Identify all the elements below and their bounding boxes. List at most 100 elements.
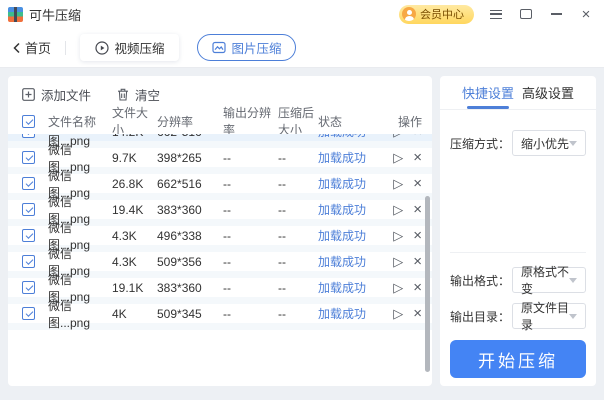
compress-mode-select[interactable]: 缩小优先 xyxy=(512,130,586,156)
row-checkbox[interactable] xyxy=(22,281,35,294)
table-row[interactable]: 微信图...png 4K 509*345 -- -- 加载成功 ▷ × xyxy=(8,304,432,330)
compressed-size: -- xyxy=(278,307,318,321)
tab-quick-settings[interactable]: 快捷设置 xyxy=(462,76,514,109)
output-dir-value: 原文件目录 xyxy=(521,299,569,333)
preview-play-icon[interactable]: ▷ xyxy=(393,177,403,190)
file-resolution: 509*345 xyxy=(157,307,223,321)
compressed-size: -- xyxy=(278,255,318,269)
minimize-button[interactable] xyxy=(548,6,564,22)
remove-file-icon[interactable]: × xyxy=(413,150,422,165)
tab-video-compress[interactable]: 视频压缩 xyxy=(80,34,179,61)
output-resolution: -- xyxy=(223,307,278,321)
status-link[interactable]: 加载成功 xyxy=(318,253,376,270)
app-title: 可牛压缩 xyxy=(29,5,81,24)
compress-mode-value: 缩小优先 xyxy=(521,135,569,152)
output-resolution: -- xyxy=(223,281,278,295)
chevron-down-icon xyxy=(569,141,577,146)
file-size: 19.1K xyxy=(112,281,157,295)
title-bar: 可牛压缩 会员中心 × xyxy=(0,0,604,28)
status-link[interactable]: 加载成功 xyxy=(318,201,376,218)
plus-square-icon xyxy=(22,88,35,101)
file-name: 微信图...png xyxy=(48,297,112,331)
nav-divider xyxy=(65,41,66,55)
status-link[interactable]: 加载成功 xyxy=(318,134,376,140)
row-checkbox[interactable] xyxy=(22,134,35,138)
nav-bar: 首页 视频压缩 图片压缩 xyxy=(0,28,604,68)
row-checkbox[interactable] xyxy=(22,229,35,242)
chevron-down-icon xyxy=(569,278,577,283)
add-files-button[interactable]: 添加文件 xyxy=(22,85,91,104)
status-link[interactable]: 加载成功 xyxy=(318,149,376,166)
row-checkbox[interactable] xyxy=(22,177,35,190)
output-resolution: -- xyxy=(223,229,278,243)
compressed-size: -- xyxy=(278,151,318,165)
file-resolution: 383*360 xyxy=(157,281,223,295)
status-link[interactable]: 加载成功 xyxy=(318,279,376,296)
output-format-label: 输出格式： xyxy=(450,272,512,289)
output-resolution: -- xyxy=(223,151,278,165)
member-center-label: 会员中心 xyxy=(420,6,464,22)
row-checkbox[interactable] xyxy=(22,203,35,216)
output-dir-select[interactable]: 原文件目录 xyxy=(512,303,586,329)
row-checkbox[interactable] xyxy=(22,255,35,268)
file-size: 4.3K xyxy=(112,255,157,269)
scrollbar-thumb[interactable] xyxy=(425,196,430,372)
member-center-button[interactable]: 会员中心 xyxy=(399,5,474,24)
row-checkbox[interactable] xyxy=(22,151,35,164)
remove-file-icon[interactable]: × xyxy=(413,202,422,217)
header-file-size: 文件大小 xyxy=(112,104,157,138)
output-format-field: 输出格式： 原格式不变 xyxy=(440,267,596,293)
clear-button[interactable]: 清空 xyxy=(117,85,160,104)
preview-play-icon[interactable]: ▷ xyxy=(393,203,403,216)
file-resolution: 496*338 xyxy=(157,229,223,243)
close-button[interactable]: × xyxy=(578,6,594,22)
preview-play-icon[interactable]: ▷ xyxy=(393,134,403,138)
add-files-label: 添加文件 xyxy=(41,85,91,104)
trash-icon xyxy=(117,88,129,101)
video-play-icon xyxy=(95,41,109,55)
remove-file-icon[interactable]: × xyxy=(413,280,422,295)
file-resolution: 662*516 xyxy=(157,177,223,191)
back-home-button[interactable]: 首页 xyxy=(12,38,51,57)
header-status: 状态 xyxy=(318,113,376,130)
header-file-name: 文件名称 xyxy=(48,113,112,130)
remove-file-icon[interactable]: × xyxy=(413,306,422,321)
feedback-icon[interactable] xyxy=(518,6,534,22)
user-icon xyxy=(402,7,416,21)
settings-divider xyxy=(450,252,586,253)
remove-file-icon[interactable]: × xyxy=(413,228,422,243)
status-link[interactable]: 加载成功 xyxy=(318,305,376,322)
file-resolution: 662*516 xyxy=(157,134,223,139)
select-all-checkbox[interactable] xyxy=(22,115,35,128)
table-header-row: 文件名称 文件大小 分辨率 输出分辨率 压缩后大小 状态 操作 xyxy=(8,108,432,134)
status-link[interactable]: 加载成功 xyxy=(318,227,376,244)
output-format-value: 原格式不变 xyxy=(521,263,569,297)
preview-play-icon[interactable]: ▷ xyxy=(393,151,403,164)
preview-play-icon[interactable]: ▷ xyxy=(393,229,403,242)
tab-image-compress[interactable]: 图片压缩 xyxy=(197,34,296,61)
remove-file-icon[interactable]: × xyxy=(413,134,422,139)
preview-play-icon[interactable]: ▷ xyxy=(393,255,403,268)
preview-play-icon[interactable]: ▷ xyxy=(393,281,403,294)
image-tab-label: 图片压缩 xyxy=(232,38,282,57)
tab-advanced-settings[interactable]: 高级设置 xyxy=(522,76,574,109)
app-logo-icon xyxy=(8,7,23,22)
output-resolution: -- xyxy=(223,255,278,269)
preview-play-icon[interactable]: ▷ xyxy=(393,307,403,320)
row-checkbox[interactable] xyxy=(22,307,35,320)
output-format-select[interactable]: 原格式不变 xyxy=(512,267,586,293)
output-dir-label: 输出目录： xyxy=(450,308,512,325)
video-tab-label: 视频压缩 xyxy=(115,38,165,57)
header-operation: 操作 xyxy=(376,113,422,130)
file-resolution: 383*360 xyxy=(157,203,223,217)
start-compress-button[interactable]: 开始压缩 xyxy=(450,340,586,378)
output-resolution: -- xyxy=(223,177,278,191)
status-link[interactable]: 加载成功 xyxy=(318,175,376,192)
image-icon xyxy=(212,41,226,54)
compressed-size: -- xyxy=(278,134,318,139)
remove-file-icon[interactable]: × xyxy=(413,254,422,269)
menu-icon[interactable] xyxy=(488,6,504,22)
remove-file-icon[interactable]: × xyxy=(413,176,422,191)
file-resolution: 398*265 xyxy=(157,151,223,165)
list-toolbar: 添加文件 清空 xyxy=(8,76,432,108)
